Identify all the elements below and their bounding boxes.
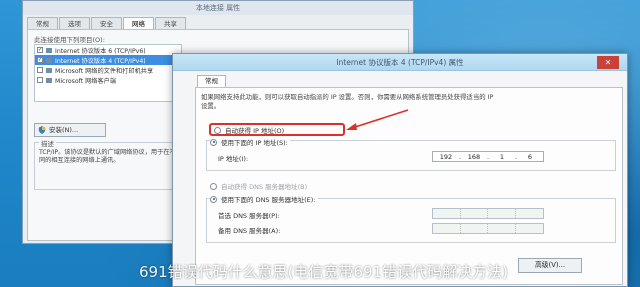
- ip-address-label: IP 地址(I):: [218, 155, 249, 163]
- ip-octet: 168: [467, 152, 481, 161]
- dns-group: [206, 198, 616, 243]
- tab-bar: 常规 选项 安全 网络 共享: [27, 17, 187, 29]
- list-item-label: Microsoft 网络的文件和打印机共享: [55, 67, 154, 75]
- close-icon[interactable]: ✕: [597, 56, 619, 69]
- tab-security[interactable]: 安全: [91, 17, 122, 29]
- list-item[interactable]: ✓ Internet 协议版本 6 (TCP/IPv6): [35, 45, 181, 55]
- manual-ip-option[interactable]: 使用下面的 IP 地址(S):: [210, 137, 290, 147]
- items-list: ✓ Internet 协议版本 6 (TCP/IPv6) ✓ Internet …: [34, 44, 182, 102]
- manual-ip-label: 使用下面的 IP 地址(S):: [221, 139, 288, 147]
- network-client-icon: [46, 77, 52, 83]
- list-item-label: Internet 协议版本 6 (TCP/IPv6): [55, 47, 146, 55]
- list-item[interactable]: Microsoft 网络的文件和打印机共享: [35, 65, 181, 75]
- description-title: 描述: [39, 138, 56, 148]
- checkbox[interactable]: [37, 77, 43, 83]
- tab-networking[interactable]: 网络: [123, 17, 154, 29]
- tab-general[interactable]: 常规: [197, 75, 226, 87]
- tab-general[interactable]: 常规: [27, 17, 58, 29]
- network-service-icon: [46, 67, 52, 73]
- description-group: 描述 TCP/IP。该协议是默认的广域网络协议，用于在不同的相互连接的网络上通讯…: [34, 138, 182, 190]
- ipv4-properties-dialog: Internet 协议版本 4 (TCP/IPv4) 属性 ✕ 常规 如果网络支…: [172, 53, 628, 287]
- radio-button[interactable]: [210, 138, 217, 146]
- list-item[interactable]: Microsoft 网络客户端: [35, 75, 181, 85]
- radio-button[interactable]: [210, 182, 217, 190]
- dialog-title: Internet 协议版本 4 (TCP/IPv4) 属性: [336, 58, 464, 67]
- preferred-dns-label: 首选 DNS 服务器(P):: [218, 212, 280, 220]
- ip-octet: 192: [439, 152, 453, 161]
- annotation-arrow-icon: [346, 109, 409, 130]
- shield-icon: [38, 126, 46, 134]
- manual-dns-option[interactable]: 使用下面的 DNS 服务器地址(E):: [210, 194, 318, 204]
- checkbox[interactable]: ✓: [37, 47, 43, 53]
- network-protocol-icon: [46, 57, 52, 63]
- article-title-watermark: 691错误代码什么意思(电信宽带691错误代码解决方法): [139, 263, 508, 281]
- radio-button[interactable]: [210, 195, 217, 203]
- list-item-label: Microsoft 网络客户端: [55, 77, 117, 85]
- auto-ip-option[interactable]: 自动获得 IP 地址(O): [214, 125, 284, 135]
- ip-octet: 6: [527, 152, 533, 161]
- radio-button[interactable]: [214, 126, 221, 134]
- auto-dns-option[interactable]: 自动获得 DNS 服务器地址(B): [210, 181, 307, 191]
- install-button[interactable]: 安装(N)...: [34, 123, 106, 137]
- checkbox[interactable]: ✓: [37, 57, 43, 63]
- auto-ip-label: 自动获得 IP 地址(O): [225, 127, 285, 135]
- ip-octet: 1: [499, 152, 505, 161]
- install-button-label: 安装(N)...: [49, 126, 79, 134]
- list-item[interactable]: ✓ Internet 协议版本 4 (TCP/IPv4): [35, 55, 181, 65]
- description-text: TCP/IP。该协议是默认的广域网络协议，用于在不同的相互连接的网络上通讯。: [39, 149, 176, 164]
- tab-options[interactable]: 选项: [59, 17, 90, 29]
- checkbox[interactable]: [37, 67, 43, 73]
- tab-sharing[interactable]: 共享: [155, 17, 186, 29]
- title-bar[interactable]: Internet 协议版本 4 (TCP/IPv4) 属性 ✕: [173, 54, 627, 71]
- dialog-title: 本地连接 属性: [23, 1, 413, 15]
- alternate-dns-field[interactable]: [432, 223, 544, 234]
- ip-address-field[interactable]: 192. 168. 1. 6: [432, 151, 544, 162]
- items-caption: 此连接使用下列项目(O):: [34, 36, 105, 44]
- general-panel: 如果网络支持此功能，则可以获取自动指派的 IP 设置。否则，你需要从网络系统管理…: [195, 87, 623, 285]
- network-protocol-icon: [46, 47, 52, 53]
- list-item-label: Internet 协议版本 4 (TCP/IPv4): [55, 57, 146, 65]
- alternate-dns-label: 备用 DNS 服务器(A):: [218, 227, 281, 235]
- preferred-dns-field[interactable]: [432, 208, 544, 219]
- manual-dns-label: 使用下面的 DNS 服务器地址(E):: [221, 196, 316, 204]
- auto-dns-label: 自动获得 DNS 服务器地址(B): [221, 183, 308, 191]
